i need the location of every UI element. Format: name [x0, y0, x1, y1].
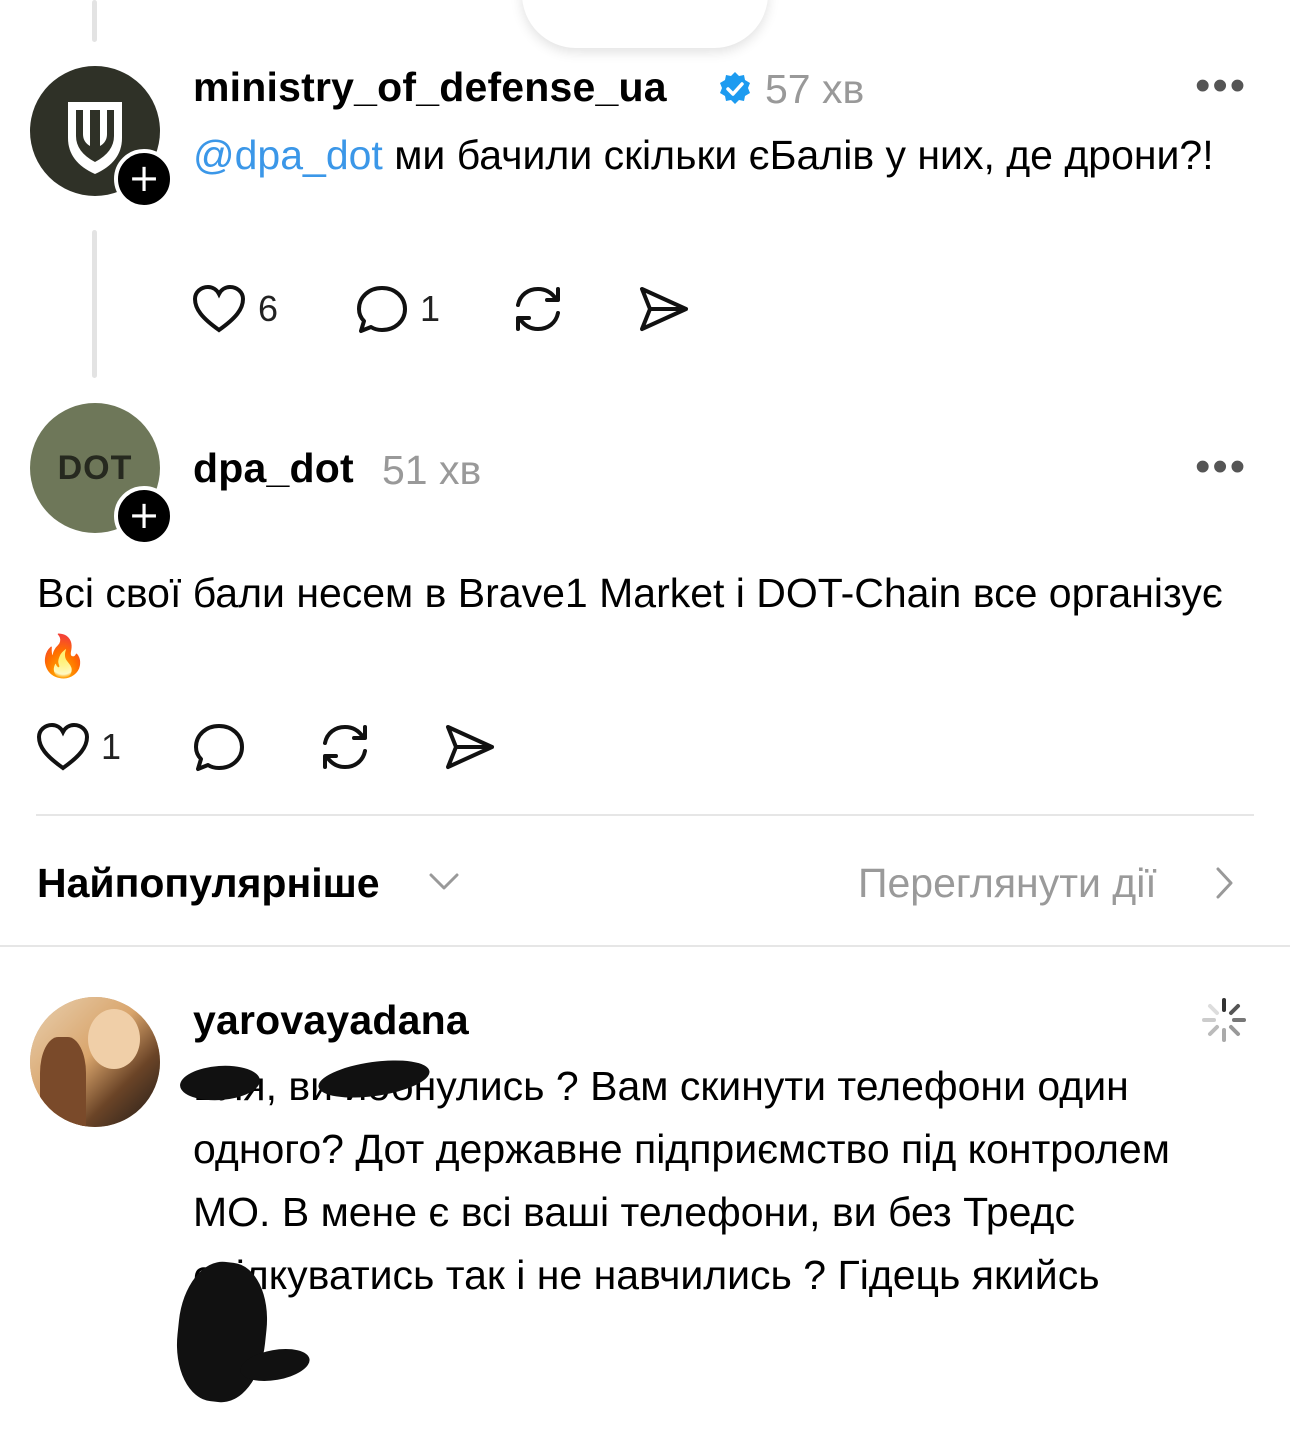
thread-line	[92, 230, 97, 378]
like-heart-icon[interactable]	[36, 722, 90, 772]
loading-spinner-icon	[1202, 998, 1246, 1042]
reply-bubble-icon[interactable]	[355, 284, 409, 336]
mention-link[interactable]: @dpa_dot	[193, 132, 383, 178]
post-body: ми бачили скільки єБалів у них, де дрони…	[382, 132, 1214, 178]
chevron-down-icon[interactable]	[428, 872, 460, 892]
reply-count: 1	[420, 288, 441, 329]
divider	[0, 945, 1290, 947]
more-options-icon[interactable]: •••	[1195, 445, 1247, 489]
avatar-horse	[40, 1037, 86, 1127]
like-heart-icon[interactable]	[192, 284, 246, 334]
sort-dropdown[interactable]: Найпопулярніше	[37, 860, 380, 907]
top-avatar-stack[interactable]	[522, 0, 768, 48]
post-time: 51 хв	[382, 447, 482, 493]
verified-badge-icon	[720, 72, 750, 104]
post-time: 57 хв	[765, 66, 865, 112]
censor-scribble	[170, 1257, 274, 1407]
reply-bubble-icon[interactable]	[192, 722, 246, 774]
like-count: 6	[258, 288, 279, 329]
post-username[interactable]: dpa_dot	[193, 445, 354, 492]
follow-plus-icon[interactable]: +	[114, 486, 174, 546]
avatar-face	[88, 1009, 140, 1069]
comment-username[interactable]: yarovayadana	[193, 997, 469, 1044]
post-text: @dpa_dot ми бачили скільки єБалів у них,…	[193, 124, 1233, 187]
repost-icon[interactable]	[317, 721, 373, 773]
avatar-yarovayadana[interactable]	[30, 997, 160, 1127]
view-activity-link[interactable]: Переглянути дії	[858, 860, 1157, 907]
avatar-dot-text: DOT	[57, 449, 133, 487]
sort-label: Найпопулярніше	[37, 860, 380, 906]
follow-plus-icon[interactable]: +	[114, 149, 174, 209]
like-count: 1	[101, 726, 122, 767]
repost-icon[interactable]	[510, 283, 566, 335]
thread-line-top	[92, 0, 97, 42]
post-text: Всі свої бали несем в Brave1 Market і DO…	[37, 570, 1223, 679]
post-username[interactable]: ministry_of_defense_ua	[193, 64, 667, 111]
share-send-icon[interactable]	[442, 722, 498, 772]
chevron-right-icon[interactable]	[1214, 866, 1236, 900]
share-send-icon[interactable]	[636, 284, 692, 334]
divider	[36, 814, 1254, 816]
more-options-icon[interactable]: •••	[1195, 64, 1247, 108]
